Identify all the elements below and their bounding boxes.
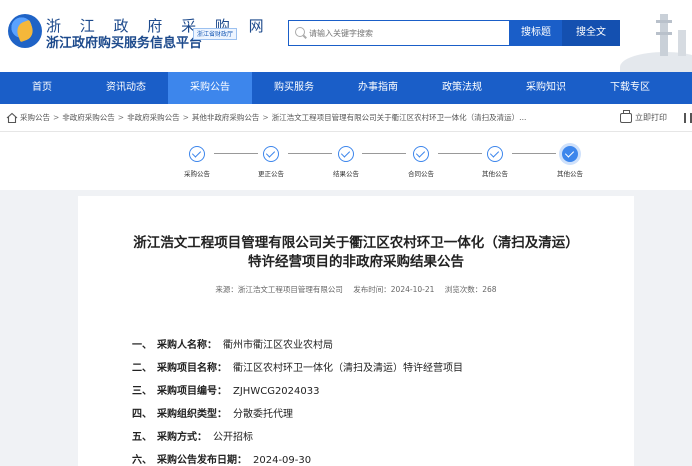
article-title-line2: 特许经营项目的非政府采购结果公告 — [248, 254, 464, 270]
step-other-notice-current[interactable]: 其他公告 — [545, 146, 595, 178]
sidebar-toggle-icon[interactable] — [684, 113, 692, 123]
info-value: 衢江区农村环卫一体化（清扫及清运）特许经营项目 — [233, 363, 463, 374]
nav-home[interactable]: 首页 — [0, 72, 84, 104]
info-key: 采购公告发布日期： — [157, 455, 247, 466]
info-key: 采购人名称： — [157, 340, 217, 351]
article-views: 浏览次数：268 — [444, 285, 497, 294]
article-source: 来源：浙江浩文工程项目管理有限公司 — [215, 285, 343, 294]
search-icon — [295, 27, 305, 37]
print-label: 立即打印 — [635, 113, 667, 122]
article-title: 浙江浩文工程项目管理有限公司关于衢江区农村环卫一体化（清扫及清运） 特许经营项目… — [78, 234, 634, 272]
breadcrumb-item[interactable]: 非政府采购公告 — [62, 113, 115, 122]
info-row: 一、 采购人名称： 衢州市衢江区农业农村局 — [132, 340, 333, 351]
check-icon — [263, 146, 279, 162]
step-label: 更正公告 — [258, 170, 284, 178]
article-title-line1: 浙江浩文工程项目管理有限公司关于衢江区农村环卫一体化（清扫及清运） — [133, 235, 579, 251]
info-value: 衢州市衢江区农业农村局 — [223, 340, 333, 351]
pagoda-decoration — [620, 0, 692, 72]
breadcrumb-item[interactable]: 采购公告 — [20, 113, 50, 122]
breadcrumb-current: 浙江浩文工程项目管理有限公司关于衢江区农村环卫一体化（清扫及清运）... — [271, 113, 527, 122]
home-icon[interactable] — [6, 112, 18, 124]
info-row: 五、 采购方式： 公开招标 — [132, 432, 253, 443]
article-publish-time: 发布时间：2024-10-21 — [353, 285, 435, 294]
step-contract-notice[interactable]: 合同公告 — [396, 146, 446, 178]
nav-purchase-service[interactable]: 购买服务 — [252, 72, 336, 104]
info-value: 2024-09-30 — [253, 455, 312, 466]
nav-downloads[interactable]: 下载专区 — [588, 72, 672, 104]
step-label: 采购公告 — [184, 170, 210, 178]
print-button[interactable]: 立即打印 — [620, 104, 667, 132]
check-icon — [487, 146, 503, 162]
breadcrumb-item[interactable]: 其他非政府采购公告 — [192, 113, 260, 122]
breadcrumb-item[interactable]: 非政府采购公告 — [127, 113, 180, 122]
step-correction-notice[interactable]: 更正公告 — [246, 146, 296, 178]
nav-news[interactable]: 资讯动态 — [84, 72, 168, 104]
info-value: 公开招标 — [213, 432, 253, 443]
search-title-button[interactable]: 搜标题 — [510, 20, 562, 46]
article-meta: 来源：浙江浩文工程项目管理有限公司 发布时间：2024-10-21 浏览次数：2… — [78, 284, 634, 295]
breadcrumb: 采购公告 > 非政府采购公告 > 非政府采购公告 > 其他非政府采购公告 > 浙江浩文工程项目管… — [20, 113, 527, 122]
nav-procurement-notice[interactable]: 采购公告 — [168, 72, 252, 104]
region-tag[interactable]: 浙江省财政厅 — [193, 28, 238, 40]
main-nav: 首页 资讯动态 采购公告 购买服务 办事指南 政策法规 采购知识 下载专区 网站 — [0, 72, 692, 104]
info-key: 采购方式： — [157, 432, 207, 443]
site-header: 浙 江 政 府 采 购 网 浙江政府购买服务信息平台 浙江省财政厅 搜标题 搜全… — [0, 0, 692, 72]
check-icon — [562, 146, 578, 162]
step-other-notice[interactable]: 其他公告 — [470, 146, 520, 178]
nav-knowledge[interactable]: 采购知识 — [504, 72, 588, 104]
step-label: 合同公告 — [408, 170, 434, 178]
notice-progress-steps: 采购公告 更正公告 结果公告 合同公告 其他公告 其他公告 — [0, 132, 692, 190]
info-row: 三、 采购项目编号： ZJHWCG2024033 — [132, 386, 320, 397]
info-key: 采购组织类型： — [157, 409, 227, 420]
search-fulltext-button[interactable]: 搜全文 — [562, 20, 620, 46]
printer-icon — [620, 110, 632, 123]
site-logo[interactable] — [8, 14, 42, 48]
info-key: 采购项目编号： — [157, 386, 227, 397]
step-procurement-notice[interactable]: 采购公告 — [172, 146, 222, 178]
nav-site[interactable]: 网站 — [672, 72, 692, 104]
step-result-notice[interactable]: 结果公告 — [321, 146, 371, 178]
site-subtitle: 浙江政府购买服务信息平台 — [46, 36, 203, 51]
search-box — [288, 20, 510, 46]
info-key: 采购项目名称： — [157, 363, 227, 374]
info-row: 二、 采购项目名称： 衢江区农村环卫一体化（清扫及清运）特许经营项目 — [132, 363, 463, 374]
nav-policy[interactable]: 政策法规 — [420, 72, 504, 104]
step-label: 其他公告 — [557, 170, 583, 178]
breadcrumb-bar: 采购公告 > 非政府采购公告 > 非政府采购公告 > 其他非政府采购公告 > 浙江浩文工程项目管… — [0, 104, 692, 132]
search-input[interactable] — [309, 24, 504, 42]
procurement-info-list: 一、 采购人名称： 衢州市衢江区农业农村局 二、 采购项目名称： 衢江区农村环卫一体化（… — [132, 336, 463, 466]
info-row: 六、 采购公告发布日期： 2024-09-30 — [132, 455, 312, 466]
step-label: 其他公告 — [482, 170, 508, 178]
step-label: 结果公告 — [333, 170, 359, 178]
nav-guide[interactable]: 办事指南 — [336, 72, 420, 104]
article-panel: 浙江浩文工程项目管理有限公司关于衢江区农村环卫一体化（清扫及清运） 特许经营项目… — [78, 196, 634, 466]
check-icon — [189, 146, 205, 162]
check-icon — [338, 146, 354, 162]
info-value: ZJHWCG2024033 — [233, 386, 320, 397]
check-icon — [413, 146, 429, 162]
info-row: 四、 采购组织类型： 分散委托代理 — [132, 409, 293, 420]
info-value: 分散委托代理 — [233, 409, 293, 420]
